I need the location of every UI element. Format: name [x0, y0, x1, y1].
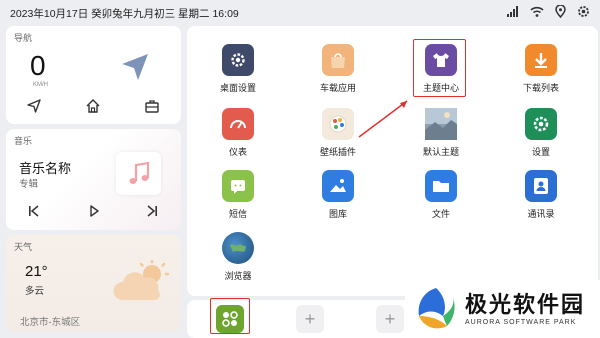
app-dashboard[interactable]: 仪表	[203, 108, 273, 158]
app-label: 桌面设置	[219, 83, 256, 93]
navigate-icon[interactable]	[26, 98, 42, 114]
browser-icon	[222, 232, 254, 264]
play-icon[interactable]	[88, 205, 100, 217]
default-theme-icon	[425, 108, 457, 140]
gallery-icon	[322, 170, 354, 202]
app-label: 设置	[531, 147, 550, 157]
wifi-icon	[530, 6, 544, 17]
status-bar: 2023年10月17日 癸卯兔年九月初三 星期二 16:09	[0, 0, 600, 26]
aurora-logo-icon	[418, 288, 455, 329]
app-desktop-settings[interactable]: 桌面设置	[203, 44, 273, 94]
song-title: 音乐名称	[19, 161, 72, 176]
signal-icon	[507, 6, 518, 17]
app-label: 默认主题	[422, 147, 459, 157]
previous-icon[interactable]	[28, 205, 40, 217]
download-list-icon	[525, 44, 557, 76]
wallpaper-plugin-icon	[322, 108, 354, 140]
weather-condition: 多云	[25, 286, 45, 297]
album-cover[interactable]	[116, 152, 161, 195]
speed-value: 0	[30, 50, 46, 81]
app-gallery[interactable]: 图库	[303, 170, 373, 220]
app-label: 通讯录	[527, 209, 555, 219]
status-bar-datetime: 2023年10月17日 癸卯兔年九月初三 星期二 16:09	[10, 7, 239, 20]
app-label: 短信	[228, 209, 247, 219]
watermark-name: 极光软件园	[465, 291, 586, 317]
speed-unit: KM/H	[33, 82, 48, 88]
weather-card-title: 天气	[14, 242, 33, 252]
app-label: 车载应用	[319, 83, 356, 93]
work-icon[interactable]	[144, 98, 160, 114]
app-label: 壁纸插件	[319, 147, 356, 157]
highlight-theme-center	[413, 39, 466, 97]
app-settings[interactable]: 设置	[506, 108, 576, 158]
dock-add-slot[interactable]: +	[296, 305, 324, 333]
home-icon[interactable]	[85, 98, 101, 114]
dashboard-icon	[222, 108, 254, 140]
app-files[interactable]: 文件	[406, 170, 476, 220]
annotation-arrow-icon	[358, 100, 408, 138]
files-icon	[425, 170, 457, 202]
album-name: 专辑	[19, 179, 39, 190]
app-contacts[interactable]: 通讯录	[506, 170, 576, 220]
highlight-dock-launcher	[210, 298, 250, 334]
app-label: 文件	[431, 209, 450, 219]
next-icon[interactable]	[146, 205, 158, 217]
app-label: 下载列表	[522, 83, 559, 93]
watermark-subtitle: AURORA SOFTWARE PARK	[465, 318, 577, 326]
partly-cloudy-icon	[113, 260, 170, 300]
navigation-arrow-icon	[122, 54, 148, 80]
dock-add-slot[interactable]: +	[376, 305, 404, 333]
contacts-icon	[525, 170, 557, 202]
weather-location: 北京市-东城区	[20, 317, 81, 328]
desktop-settings-icon	[222, 44, 254, 76]
app-label: 仪表	[228, 147, 247, 157]
car-apps-icon	[322, 44, 354, 76]
music-card-title: 音乐	[14, 136, 33, 146]
settings-icon[interactable]	[577, 5, 590, 18]
music-note-icon	[129, 161, 149, 184]
watermark-logo: 极光软件园 AURORA SOFTWARE PARK	[405, 280, 600, 338]
location-icon	[555, 5, 566, 18]
temperature: 21°	[25, 263, 48, 280]
app-car-apps[interactable]: 车载应用	[303, 44, 373, 94]
navigation-card-title: 导航	[14, 33, 33, 43]
app-browser[interactable]: 浏览器	[203, 232, 273, 282]
app-label: 图库	[328, 209, 347, 219]
settings-app-icon	[525, 108, 557, 140]
app-sms[interactable]: 短信	[203, 170, 273, 220]
app-download-list[interactable]: 下载列表	[506, 44, 576, 94]
app-label: 浏览器	[224, 271, 252, 281]
app-default-theme[interactable]: 默认主题	[406, 108, 476, 158]
sms-icon	[222, 170, 254, 202]
